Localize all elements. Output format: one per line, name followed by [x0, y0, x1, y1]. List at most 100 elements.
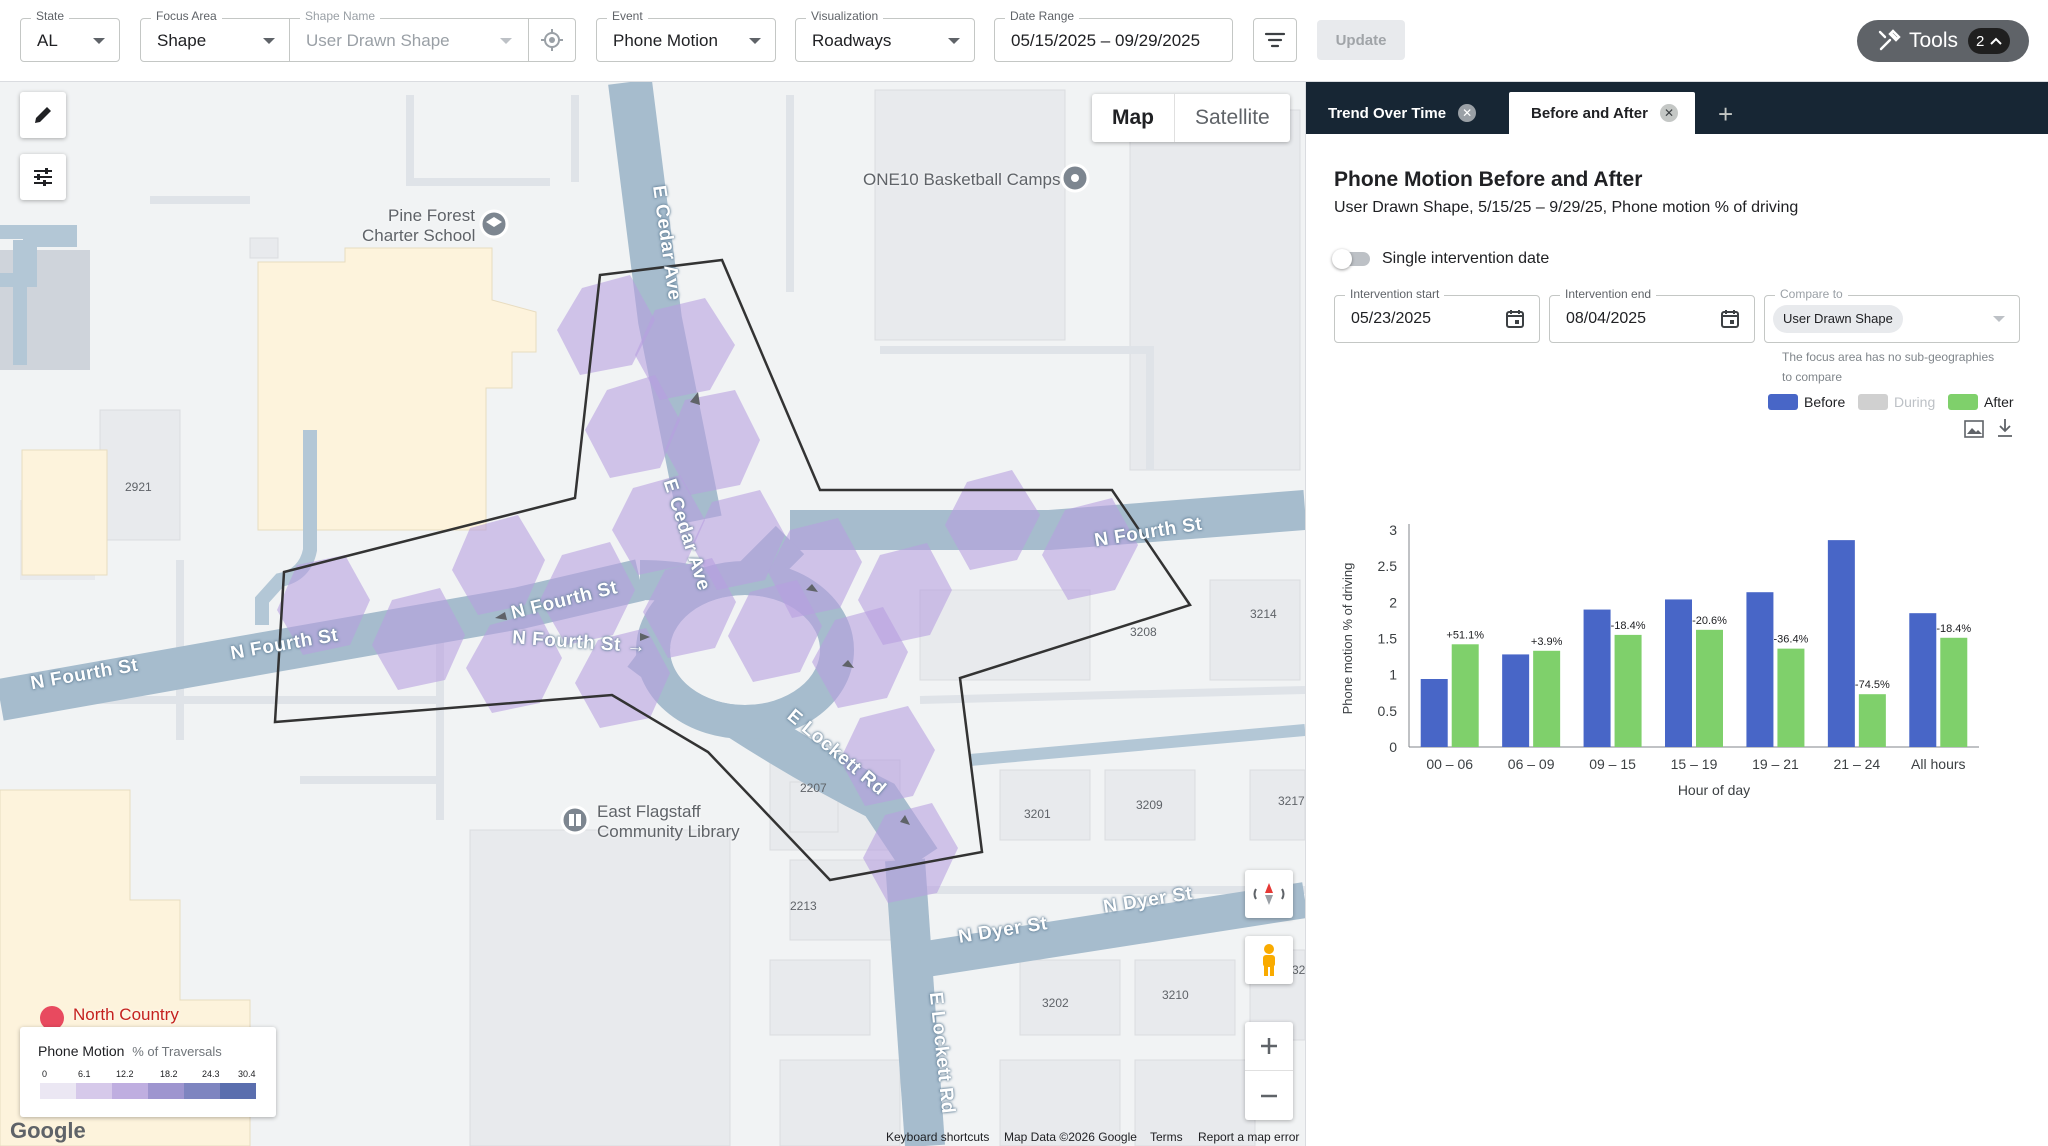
chart-axes: 0 0.5 1 1.5 2 2.5 3 Phone motion % of driving Ho…: [1340, 522, 1979, 798]
compare-to-select[interactable]: Compare to User Drawn Shape: [1764, 287, 2020, 343]
chevron-down-icon: [749, 38, 761, 44]
chevron-down-icon: [948, 38, 960, 44]
poi-label[interactable]: Pine Forest: [388, 206, 475, 226]
single-intervention-toggle[interactable]: [1332, 249, 1370, 269]
legend-tick: 6.1: [78, 1069, 91, 1079]
bar-after: [1858, 694, 1886, 747]
y-tick-label: 2: [1389, 594, 1397, 610]
street-view-button[interactable]: [1245, 936, 1293, 984]
visualization-value: Roadways: [812, 31, 892, 50]
report-error-link[interactable]: Report a map error: [1198, 1130, 1299, 1144]
draw-shape-button[interactable]: [20, 92, 66, 138]
legend-before: Before: [1768, 394, 1845, 410]
legend-color-step: [220, 1083, 256, 1099]
map-settings-button[interactable]: [20, 154, 66, 200]
tools-button[interactable]: Tools 2: [1857, 20, 2029, 62]
filter-icon: [1264, 32, 1286, 48]
poi-label[interactable]: Charter School: [362, 226, 475, 246]
close-icon[interactable]: ✕: [1659, 104, 1678, 122]
bar-before: [1502, 654, 1530, 747]
x-tick-label: 00 – 06: [1426, 756, 1473, 772]
poi-label[interactable]: North Country: [73, 1005, 179, 1025]
map-view[interactable]: E Cedar Ave E Cedar Ave N Fourth St N Fo…: [0, 82, 1305, 1146]
event-select[interactable]: Event Phone Motion: [596, 9, 776, 62]
bar-after: [1533, 650, 1561, 747]
intervention-end-label: Intervention end: [1560, 287, 1657, 301]
date-range-field[interactable]: Date Range 05/15/2025 – 09/29/2025: [994, 9, 1233, 62]
zoom-in-button[interactable]: [1245, 1022, 1293, 1071]
visualization-label: Visualization: [806, 9, 884, 23]
chevron-up-icon: [1990, 37, 2003, 45]
sliders-icon: [34, 168, 52, 186]
keyboard-shortcuts-link[interactable]: Keyboard shortcuts: [886, 1130, 989, 1144]
tab-bar: Trend Over Time ✕ Before and After ✕ +: [1306, 82, 2048, 134]
bar-before: [1909, 613, 1937, 747]
y-tick-label: 1: [1389, 667, 1397, 683]
x-tick-label: All hours: [1911, 756, 1965, 772]
bar-before: [1420, 679, 1448, 747]
x-tick-label: 06 – 09: [1508, 756, 1555, 772]
map-legend: Phone Motion % of Traversals 0 6.1 12.2 …: [20, 1027, 276, 1117]
date-range-value: 05/15/2025 – 09/29/2025: [1011, 31, 1201, 50]
bar-before: [1746, 592, 1774, 747]
tab-label: Before and After: [1531, 104, 1648, 122]
tab-label: Trend Over Time: [1328, 104, 1447, 122]
add-tab-button[interactable]: +: [1718, 94, 1733, 134]
calendar-icon[interactable]: [1505, 309, 1525, 329]
x-axis-title: Hour of day: [1678, 782, 1750, 798]
zoom-control: [1245, 1022, 1293, 1120]
legend-title-text: Phone Motion: [38, 1043, 125, 1059]
tab-before-and-after[interactable]: Before and After ✕: [1509, 92, 1695, 134]
data-label: -74.5%: [1855, 679, 1890, 691]
bar-before: [1665, 599, 1692, 747]
locate-shape-button[interactable]: [528, 18, 576, 62]
legend-label: Before: [1804, 394, 1846, 410]
legend-label: During: [1894, 394, 1936, 410]
legend-color-step: [184, 1083, 220, 1099]
close-icon[interactable]: ✕: [1458, 104, 1477, 122]
terms-link[interactable]: Terms: [1150, 1130, 1183, 1144]
map-canvas[interactable]: [0, 82, 1305, 1146]
shape-name-select[interactable]: Shape Name User Drawn Shape: [289, 9, 529, 62]
map-type-satellite-button[interactable]: Satellite: [1174, 94, 1290, 142]
data-label: -18.4%: [1611, 620, 1646, 632]
intervention-start-field[interactable]: Intervention start 05/23/2025: [1334, 287, 1540, 343]
legend-label: After: [1984, 394, 2014, 410]
map-data-attribution: Map Data ©2026 Google: [1004, 1130, 1137, 1144]
intervention-end-field[interactable]: Intervention end 08/04/2025: [1549, 287, 1755, 343]
legend-tick: 18.2: [160, 1069, 178, 1079]
legend-color-step: [40, 1083, 76, 1099]
filter-button[interactable]: [1253, 18, 1297, 62]
minus-icon: [1261, 1094, 1277, 1097]
intervention-end-value: 08/04/2025: [1566, 310, 1647, 327]
visualization-select[interactable]: Visualization Roadways: [795, 9, 975, 62]
intervention-start-value: 05/23/2025: [1351, 310, 1432, 327]
poi-label[interactable]: Community Library: [597, 822, 740, 842]
tools-label: Tools: [1909, 29, 1959, 52]
event-value: Phone Motion: [613, 31, 718, 50]
poi-label[interactable]: ONE10 Basketball Camps: [863, 170, 1060, 190]
legend-during: During: [1858, 394, 1935, 410]
zoom-out-button[interactable]: [1245, 1071, 1293, 1120]
poi-label[interactable]: East Flagstaff: [597, 802, 701, 822]
address-label: 3202: [1042, 996, 1069, 1010]
address-label: 32: [1292, 963, 1305, 977]
event-label: Event: [607, 9, 648, 23]
target-icon: [540, 29, 563, 51]
legend-unit: % of Traversals: [132, 1044, 222, 1059]
tab-trend-over-time[interactable]: Trend Over Time ✕: [1306, 92, 1506, 134]
data-label: +51.1%: [1446, 629, 1484, 641]
y-tick-label: 0.5: [1378, 703, 1398, 719]
compass-button[interactable]: [1245, 870, 1293, 918]
update-button[interactable]: Update: [1317, 20, 1405, 60]
calendar-icon[interactable]: [1720, 309, 1740, 329]
analysis-panel: Trend Over Time ✕ Before and After ✕ + P…: [1305, 82, 2048, 1146]
chart-bars: [1420, 540, 1968, 747]
panel-subtitle: User Drawn Shape, 5/15/25 – 9/29/25, Pho…: [1334, 199, 1799, 216]
focus-area-select[interactable]: Focus Area Shape: [140, 9, 290, 62]
address-label: 3201: [1024, 807, 1051, 821]
map-type-map-button[interactable]: Map: [1092, 94, 1174, 142]
data-label: +3.9%: [1531, 636, 1563, 648]
state-select[interactable]: State AL: [20, 9, 120, 62]
legend-after: After: [1948, 394, 2014, 410]
